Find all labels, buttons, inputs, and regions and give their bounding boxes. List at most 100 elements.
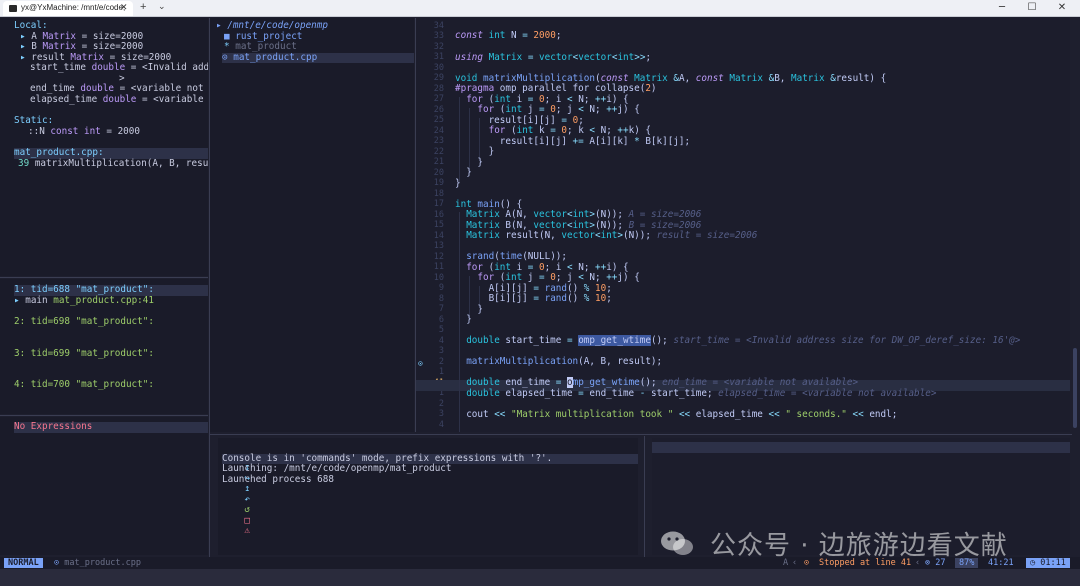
line-number: 20	[433, 167, 444, 178]
status-percent: 87%	[955, 558, 979, 568]
line-number: 11	[433, 262, 444, 272]
status-clock: ◷ 01:11	[1026, 558, 1070, 568]
line-number: 29	[433, 73, 444, 83]
watch-pane[interactable]: No Expressions	[0, 417, 208, 555]
line-number-gutter: 34 33 32 31 30 29 28 27 26 25 24 23 22 21 20 19 18 17 16 15…	[416, 18, 452, 432]
terminal-bottom-padding	[0, 569, 1080, 586]
disconnect-icon[interactable]: ⚠	[244, 525, 250, 536]
line-number: 32	[433, 41, 444, 52]
line-number: 6	[438, 314, 444, 325]
tab-close-icon[interactable]: ✕	[120, 2, 128, 13]
debug-status: Stopped at line 41	[819, 558, 912, 568]
frame-row[interactable]: ▸ main mat_product.cpp:41	[14, 295, 154, 307]
tab-dropdown-icon[interactable]: ⌄	[158, 1, 166, 12]
line-number: 28	[433, 83, 444, 94]
scrollbar[interactable]	[1072, 18, 1078, 557]
status-count: ⊗ 27	[925, 558, 946, 568]
line-number: 9	[438, 283, 444, 293]
folder-icon: ■	[224, 30, 230, 42]
line-number: 24	[433, 125, 444, 136]
code-line: }	[455, 314, 472, 325]
line-number: 13	[433, 241, 444, 251]
code-line: B[i][j] = rand() % 10;	[455, 293, 612, 304]
restart-icon[interactable]: ↺	[244, 504, 250, 515]
code-editor[interactable]: 34 33 32 31 30 29 28 27 26 25 24 23 22 21 20 19 18 17 16 15…	[416, 18, 1070, 432]
line-number: 1	[438, 367, 444, 377]
line-number: 12	[433, 251, 444, 262]
line-number: 8	[438, 293, 444, 304]
line-number: 27	[433, 94, 444, 104]
console-line: Launched process 688	[222, 473, 334, 485]
line-number: 10	[433, 272, 444, 283]
watch-empty-label: No Expressions	[14, 421, 208, 433]
debug-stopped-icon: ⊙	[804, 558, 810, 568]
line-number: 7	[438, 304, 444, 314]
line-number: 3	[438, 346, 444, 356]
line-number: 15	[433, 220, 444, 230]
close-window-button[interactable]: ✕	[1047, 0, 1077, 16]
stop-icon[interactable]: □	[244, 515, 250, 526]
code-line: }	[455, 167, 472, 178]
minimize-button[interactable]: ─	[987, 0, 1017, 16]
line-number: 23	[433, 136, 444, 146]
repl-selected-row	[652, 442, 1070, 453]
cpp-file-icon: ⊙	[54, 558, 60, 568]
terminal-icon	[9, 5, 17, 12]
line-number: 17	[433, 199, 444, 209]
thread-row[interactable]: 3: tid=699 "mat_product":	[14, 348, 154, 360]
code-line: const int N = 2000;	[455, 30, 562, 41]
status-a: A	[783, 558, 789, 568]
executable-icon: *	[224, 41, 230, 52]
debug-console[interactable]: ▷ ↧ ↪ ↥ ↶ ↺ □ ⚠ Console is in 'commands'…	[218, 438, 638, 555]
cpp-file-icon: ⊙	[222, 51, 228, 63]
line-number: 2	[438, 398, 444, 409]
chevron-left-icon: ‹	[792, 558, 798, 568]
line-number: 34	[433, 20, 444, 31]
line-number: 14	[433, 230, 444, 241]
step-back-icon[interactable]: ↶	[244, 494, 250, 505]
mode-indicator: NORMAL	[4, 558, 43, 568]
file-tree-item-selected[interactable]: ⊙ mat_product.cpp	[222, 51, 414, 63]
file-tree-pane: ▸ /mnt/e/code/openmp ■ rust_project * ma…	[210, 18, 414, 432]
scopes-pane: Local: ▸ A Matrix = size=2000 ▸ B Matrix…	[0, 18, 208, 276]
breakpoint-icon[interactable]: ⊙	[418, 359, 423, 368]
scrollbar-thumb[interactable]	[1073, 348, 1077, 428]
maximize-button[interactable]: ☐	[1017, 0, 1047, 16]
status-line: NORMAL ⊙ mat_product.cpp A ‹ ⊙ Stopped a…	[0, 557, 1080, 569]
wechat-logo-icon	[661, 531, 693, 555]
line-number: 18	[433, 188, 444, 199]
line-number: 33	[433, 31, 444, 41]
line-number: 3	[438, 409, 444, 419]
new-tab-button[interactable]: +	[140, 1, 146, 13]
code-line: matrixMultiplication(A, B, result);	[466, 356, 663, 367]
code-line: Matrix result(N, vector<int>(N)); result…	[466, 230, 758, 241]
terminal-tab[interactable]: yx@YxMachine: /mnt/e/code, ✕	[3, 1, 133, 16]
line-number: 5	[438, 325, 444, 335]
code-line: for (int k = 0; k < N; ++k) {	[488, 125, 651, 136]
thread-row[interactable]: 4: tid=700 "mat_product":	[14, 379, 154, 391]
line-number: 31	[433, 52, 444, 62]
line-number: 4	[438, 419, 444, 430]
code-line: #pragma omp parallel for collapse(2)	[455, 83, 657, 94]
code-line: double start_time = omp_get_wtime(); sta…	[466, 335, 1021, 346]
code-line: for (int j = 0; j < N; ++j) {	[477, 104, 640, 115]
line-number: 26	[433, 104, 444, 115]
variable-row[interactable]: ::N const int = 2000	[28, 126, 140, 138]
code-line: }	[455, 146, 495, 157]
window-title-bar: yx@YxMachine: /mnt/e/code, ✕ + ⌄ ─ ☐ ✕	[0, 0, 1080, 17]
threads-pane: 1: tid=688 "mat_product": ▸ main mat_pro…	[0, 279, 208, 414]
variable-row[interactable]: elapsed_time double = <variable not	[30, 94, 208, 106]
code-line: cout << "Matrix multiplication took " <<…	[455, 408, 898, 420]
line-number: 30	[433, 62, 444, 73]
line-number: 21	[433, 157, 444, 167]
chevron-left-icon: ‹	[915, 558, 921, 568]
stack-frame-row[interactable]: 39 matrixMultiplication(A, B, result)	[18, 158, 208, 170]
code-line: using Matrix = vector<vector<int>>;	[455, 51, 652, 63]
line-number: 16	[433, 209, 444, 220]
status-position: 41:21	[988, 558, 1014, 568]
thread-row[interactable]: 2: tid=698 "mat_product":	[14, 316, 154, 328]
line-number: 22	[433, 146, 444, 157]
dap-controls: ▷ ↧ ↪ ↥ ↶ ↺ □ ⚠	[222, 442, 250, 536]
line-number: 4	[438, 335, 444, 346]
status-file: ⊙ mat_product.cpp	[54, 558, 142, 568]
